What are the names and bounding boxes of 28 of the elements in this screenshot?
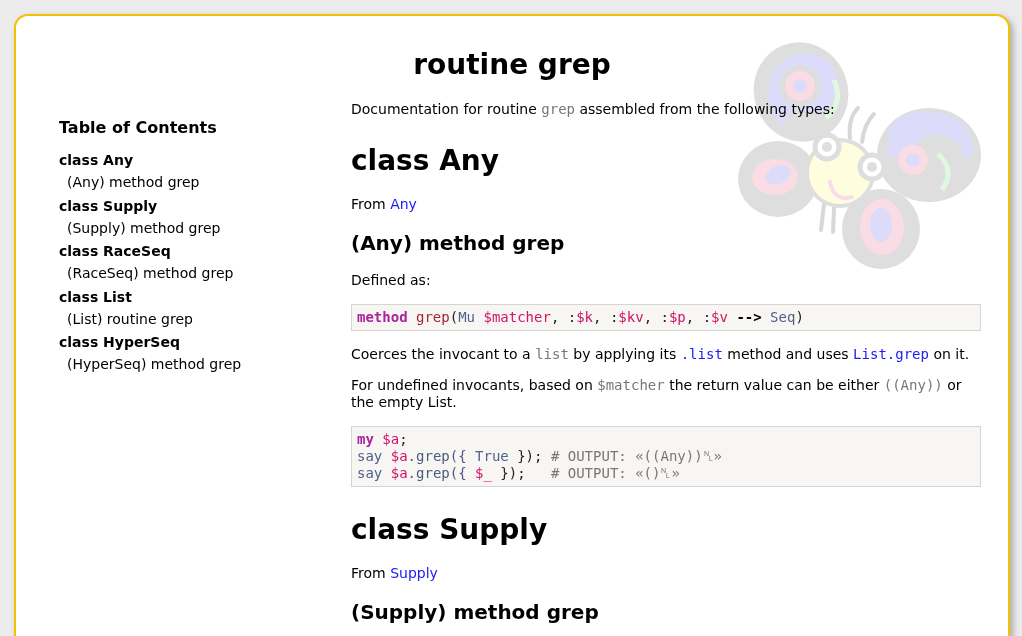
page-title: routine grep — [412, 47, 612, 82]
code-block: my $a; say $a.grep({ True }); # OUTPUT: «((Any))␤» say $a.grep({ $_ }); # OUTPUT: «()␤» — [351, 426, 981, 487]
body-text: From Any — [351, 196, 418, 213]
toc-class-link[interactable]: class Any — [59, 152, 133, 168]
toc-method-link[interactable]: (HyperSeq) method grep — [67, 356, 242, 372]
section-heading: class Any — [351, 144, 501, 178]
subsection-heading: (Any) method grep — [351, 231, 566, 255]
toc-class-link[interactable]: class List — [59, 288, 132, 305]
toc-method-link[interactable]: (Supply) method grep — [67, 219, 221, 236]
toc-class-link[interactable]: class Supply — [59, 197, 158, 214]
toc-class-link[interactable]: class RaceSeq — [59, 243, 171, 259]
code-link[interactable]: List.grep — [853, 346, 929, 362]
body-text: From Supply — [351, 565, 439, 582]
code-block: method grep(Mu $matcher, :$k, :$kv, :$p, :$v --> Seq) — [351, 304, 981, 331]
body-text: Coerces the invocant to a list by applying its .list method and uses List.grep on it. — [351, 346, 971, 363]
section-heading: class Supply — [351, 513, 549, 547]
body-text: For undefined invocants, based on $matcher the return value can be either ((Any)) or the empty List. — [351, 377, 963, 411]
body-text: Defined as: — [351, 272, 432, 289]
text-link[interactable]: Any — [390, 196, 417, 212]
toc-title: Table of Contents — [59, 118, 218, 138]
toc-method-link[interactable]: (Any) method grep — [67, 174, 200, 190]
toc-class-link[interactable]: class HyperSeq — [59, 334, 180, 350]
toc-method-link[interactable]: (RaceSeq) method grep — [67, 265, 234, 281]
intro-text: Documentation for routine grep assembled from the following types: — [351, 101, 836, 118]
text-link[interactable]: Supply — [390, 565, 438, 581]
subsection-heading: (Supply) method grep — [351, 600, 600, 624]
code-link[interactable]: .list — [680, 346, 723, 362]
toc-method-link[interactable]: (List) routine grep — [67, 310, 193, 327]
